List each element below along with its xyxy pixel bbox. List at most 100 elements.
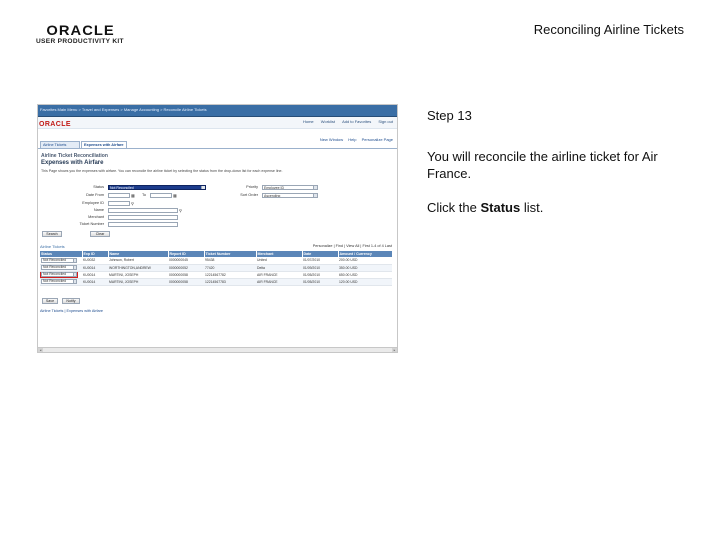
priority-label: Priority	[246, 185, 258, 189]
app-top-bar: Favorites Main Menu > Travel and Expense…	[38, 105, 397, 117]
row-status-value: Not Reconciled	[43, 279, 66, 283]
table-cell: 120.00 USD	[338, 278, 392, 286]
results-header: Airline Tickets Personalize | Find | Vie…	[40, 244, 392, 250]
footer-links[interactable]: Airline Tickets | Expenses with Airfare	[40, 309, 103, 313]
table-row: Not Reconciled KU0014 MARTINI, JOSEPH 00…	[40, 278, 392, 286]
table-cell: 350.00 USD	[338, 264, 392, 272]
table-cell: KU0014	[82, 278, 108, 286]
logo-subtext: USER PRODUCTIVITY KIT	[36, 38, 124, 45]
document-title: Reconciling Airline Tickets	[533, 22, 684, 37]
chevron-down-icon	[313, 186, 317, 189]
action-suffix: list.	[520, 200, 544, 215]
name-label: Name	[93, 208, 104, 212]
search-button[interactable]: Search	[42, 231, 62, 237]
scroll-right-icon[interactable]: ▸	[392, 348, 397, 352]
oracle-upk-logo: ORACLE USER PRODUCTIVITY KIT	[36, 22, 126, 48]
results-grid: Status Exp ID Name Report ID Ticket Numb…	[40, 251, 393, 286]
row-status-value: Not Reconciled	[43, 257, 66, 262]
help-link[interactable]: Help	[348, 137, 356, 142]
table-cell: 0000000052	[168, 264, 204, 272]
row-status-select-highlighted[interactable]: Not Reconciled	[40, 271, 78, 277]
search-icon[interactable]: ⚲	[131, 201, 134, 206]
logo-text: ORACLE	[46, 22, 115, 38]
sort-order-label: Sort Order	[240, 193, 258, 197]
status-criteria-value: Not Reconciled	[110, 186, 134, 190]
add-to-favorites-link[interactable]: Add to Favorites	[342, 119, 371, 124]
row-status-select[interactable]: Not Reconciled	[41, 265, 77, 270]
merchant-input[interactable]	[108, 215, 178, 220]
horizontal-scrollbar[interactable]: ◂ ▸	[38, 347, 397, 352]
table-cell: KU0032	[82, 257, 108, 265]
tab-expenses-with-airfare[interactable]: Expenses with Airfare	[81, 141, 127, 148]
sign-out-link[interactable]: Sign out	[378, 119, 393, 124]
row-status-value: Not Reconciled	[43, 272, 66, 276]
page-title: Airline Ticket Reconciliation	[41, 153, 108, 159]
table-cell: 01/07/2010	[302, 257, 338, 265]
table-row: Not Reconciled KU0032 Johnson, Robert 00…	[40, 257, 392, 265]
table-cell: 650.00 USD	[338, 271, 392, 279]
step-instruction: You will reconcile the airline ticket fo…	[427, 149, 658, 181]
row-status-select[interactable]: Not Reconciled	[41, 257, 77, 263]
table-cell: WORTHINGTON,ANDREW	[108, 264, 168, 272]
table-cell: 0000000045	[168, 257, 204, 265]
application-screenshot: Favorites Main Menu > Travel and Expense…	[37, 104, 398, 353]
page-utility-links: New Window Help Personalize Page	[316, 137, 393, 142]
personalize-page-link[interactable]: Personalize Page	[362, 137, 393, 142]
ticket-number-label: Ticket Number	[79, 222, 104, 226]
calendar-icon[interactable]: ▦	[173, 193, 177, 198]
notify-button[interactable]: Notify	[62, 298, 80, 304]
name-input[interactable]	[108, 208, 178, 213]
chevron-down-icon	[201, 186, 205, 189]
chevron-down-icon	[73, 280, 76, 283]
step-action: Click the Status list.	[427, 200, 543, 215]
employee-id-label: Employee ID	[82, 201, 104, 205]
table-cell: MARTINI, JOSEPH	[108, 278, 168, 286]
tab-divider	[38, 148, 397, 149]
table-cell: 01/05/2010	[302, 271, 338, 279]
search-icon[interactable]: ⚲	[179, 208, 182, 213]
table-row: Not Reconciled KU0014 MARTINI, JOSEPH 00…	[40, 271, 392, 279]
save-button[interactable]: Save	[42, 298, 58, 304]
chevron-down-icon	[73, 266, 76, 269]
table-cell: 0000000058	[168, 278, 204, 286]
ticket-number-input[interactable]	[108, 222, 178, 227]
table-cell: United	[256, 257, 302, 265]
table-cell: 01/09/2010	[302, 264, 338, 272]
header-links: Home Worklist Add to Favorites Sign out	[297, 119, 393, 124]
table-cell: 12214567782	[204, 271, 256, 279]
clear-button[interactable]: Clear	[90, 231, 110, 237]
table-cell: 0000000058	[168, 271, 204, 279]
action-prefix: Click the	[427, 200, 481, 215]
table-cell: KU0014	[82, 271, 108, 279]
table-cell: AIR FRANCE	[256, 271, 302, 279]
table-cell: 200.00 USD	[338, 257, 392, 265]
status-label: Status	[93, 185, 104, 189]
table-cell: MARTINI, JOSEPH	[108, 271, 168, 279]
worklist-link[interactable]: Worklist	[321, 119, 335, 124]
home-link[interactable]: Home	[303, 119, 314, 124]
results-title: Airline Tickets	[40, 244, 65, 249]
scroll-left-icon[interactable]: ◂	[38, 348, 43, 352]
results-pager[interactable]: Personalize | Find | View All | First 1-…	[313, 244, 392, 248]
table-cell: 95438	[204, 257, 256, 265]
merchant-label: Merchant	[88, 215, 104, 219]
date-from-label: Date From	[86, 193, 104, 197]
employee-id-input[interactable]	[108, 201, 130, 206]
tab-airline-tickets[interactable]: Airline Tickets	[40, 141, 80, 148]
sort-order-select[interactable]: Ascending	[262, 193, 318, 198]
status-criteria-select[interactable]: Not Reconciled	[108, 185, 206, 190]
chevron-down-icon	[313, 194, 317, 197]
breadcrumb[interactable]: Favorites Main Menu > Travel and Expense…	[40, 107, 207, 112]
date-to-input[interactable]	[150, 193, 172, 198]
row-status-value: Not Reconciled	[43, 265, 66, 269]
chevron-down-icon	[73, 258, 76, 262]
table-row: Not Reconciled KU0014 WORTHINGTON,ANDREW…	[40, 264, 392, 272]
priority-value: Employee ID	[264, 186, 285, 190]
table-cell: Johnson, Robert	[108, 257, 168, 265]
new-window-link[interactable]: New Window	[320, 137, 343, 142]
priority-select[interactable]: Employee ID	[262, 185, 318, 190]
chevron-down-icon	[73, 273, 76, 276]
row-status-select[interactable]: Not Reconciled	[41, 279, 77, 284]
table-cell: KU0014	[82, 264, 108, 272]
table-cell: 01/05/2010	[302, 278, 338, 286]
